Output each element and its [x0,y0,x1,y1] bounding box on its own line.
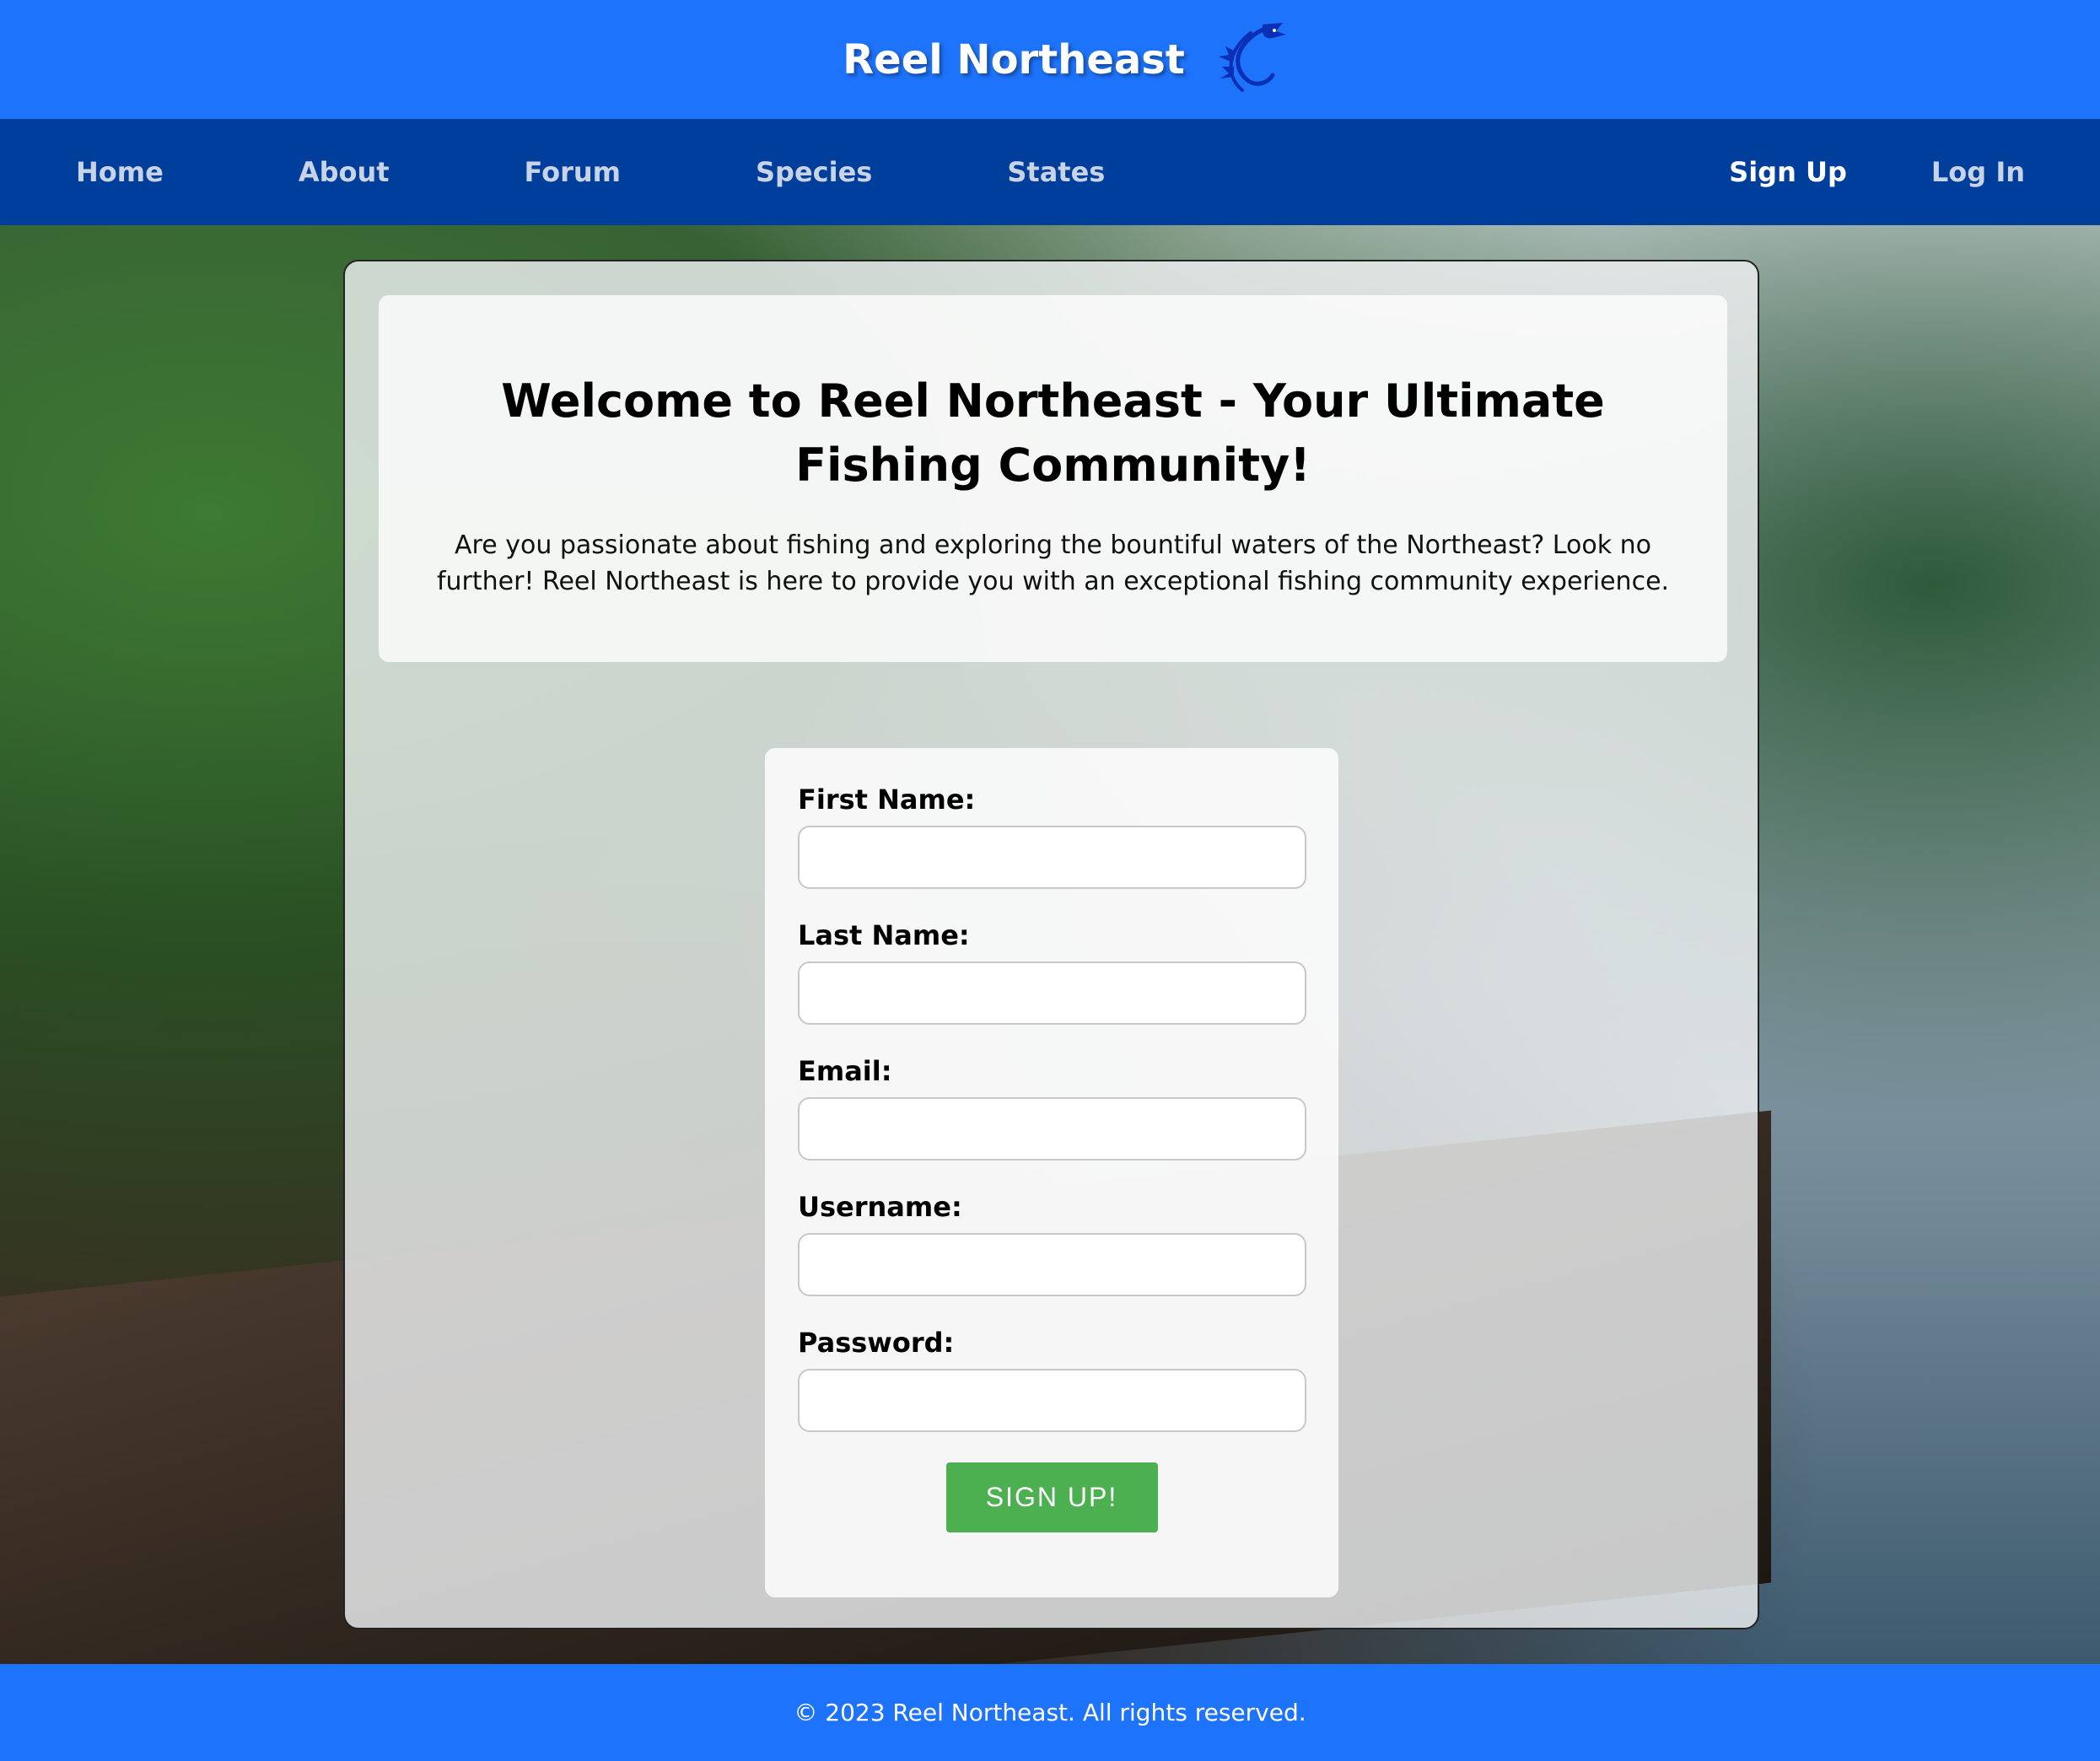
email-field: Email: [798,1055,1306,1161]
username-field: Username: [798,1191,1306,1296]
site-footer: © 2023 Reel Northeast. All rights reserv… [0,1664,2100,1761]
welcome-panel: Welcome to Reel Northeast - Your Ultimat… [379,295,1727,662]
nav-species[interactable]: Species [756,156,872,188]
signup-card: Welcome to Reel Northeast - Your Ultimat… [343,260,1759,1629]
site-header: Reel Northeast [0,0,2100,119]
copyright-text: © 2023 Reel Northeast. All rights reserv… [794,1699,1306,1726]
email-label: Email: [798,1055,892,1087]
username-input[interactable] [798,1233,1306,1296]
nav-forum[interactable]: Forum [525,156,621,188]
last-name-label: Last Name: [798,919,970,951]
password-input[interactable] [798,1369,1306,1432]
nav-sign-up[interactable]: Sign Up [1729,156,1847,188]
first-name-input[interactable] [798,826,1306,889]
fish-hook-icon [1210,21,1291,99]
username-label: Username: [798,1191,962,1223]
welcome-description: Are you passionate about fishing and exp… [436,530,1670,596]
nav-about[interactable]: About [299,156,390,188]
brand-title: Reel Northeast [843,35,1185,83]
last-name-field: Last Name: [798,919,1306,1025]
email-input[interactable] [798,1097,1306,1161]
first-name-label: First Name: [798,784,976,816]
welcome-heading: Welcome to Reel Northeast - Your Ultimat… [501,374,1605,492]
last-name-input[interactable] [798,961,1306,1025]
nav-states[interactable]: States [1007,156,1105,188]
signup-form: First Name: Last Name: Email: Username: … [765,748,1338,1597]
nav-log-in[interactable]: Log In [1931,156,2025,188]
nav-home[interactable]: Home [76,156,164,188]
password-label: Password: [798,1327,955,1359]
brand[interactable]: Reel Northeast [843,21,1291,99]
first-name-field: First Name: [798,784,1306,889]
main-nav: Home About Forum Species States Sign Up … [0,119,2100,225]
password-field: Password: [798,1327,1306,1432]
sign-up-button[interactable]: SIGN UP! [945,1462,1158,1532]
